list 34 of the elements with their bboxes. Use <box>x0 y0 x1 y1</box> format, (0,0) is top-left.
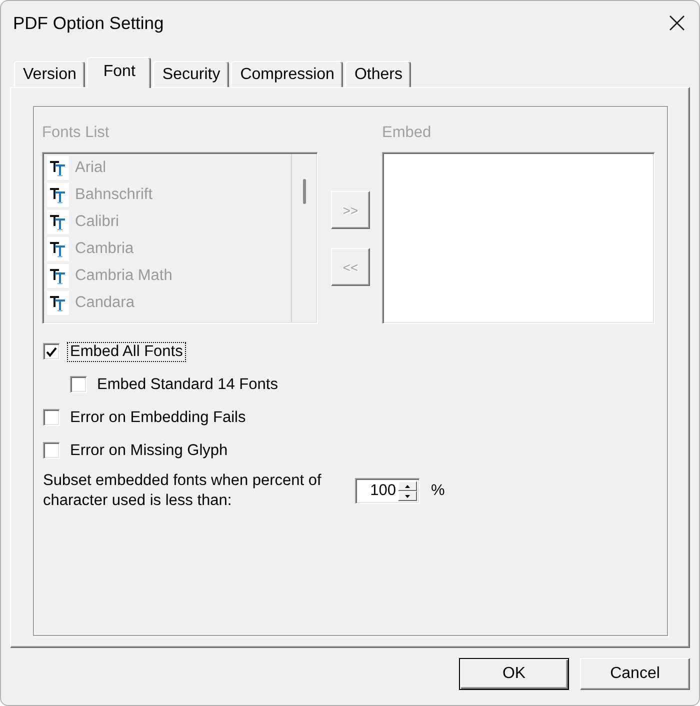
checkbox[interactable] <box>43 442 60 459</box>
caret-down-icon <box>405 494 410 498</box>
embed-list-label: Embed <box>382 124 432 142</box>
checkbox-label: Embed All Fonts <box>67 342 186 362</box>
tab[interactable]: Security <box>153 61 230 87</box>
tab[interactable]: Font <box>87 57 152 88</box>
close-button[interactable] <box>669 15 685 31</box>
font-icon <box>47 264 69 288</box>
checkbox[interactable] <box>70 376 87 393</box>
caret-up-icon <box>405 484 410 488</box>
spin-down-button[interactable] <box>398 491 417 501</box>
tab[interactable]: Compression <box>231 61 344 87</box>
font-icon <box>47 291 69 315</box>
checkmark-icon <box>46 346 57 356</box>
checkbox[interactable] <box>43 343 60 360</box>
checkbox-label: Error on Missing Glyph <box>69 440 229 460</box>
spin-up-button[interactable] <box>398 481 417 491</box>
cancel-button[interactable]: Cancel <box>580 658 690 690</box>
tab[interactable]: Others <box>345 61 412 87</box>
checkbox[interactable] <box>43 409 60 426</box>
checkbox-label: Embed Standard 14 Fonts <box>96 374 279 394</box>
ok-button[interactable]: OK <box>459 658 569 690</box>
close-icon <box>669 15 685 31</box>
number-field[interactable]: 100 <box>355 478 420 504</box>
font-icon <box>47 210 69 234</box>
checkbox-label: Error on Embedding Fails <box>69 408 247 428</box>
fonts-list-label: Fonts List <box>42 124 110 142</box>
font-icon <box>47 183 69 207</box>
font-icon <box>47 237 69 261</box>
subset-label: Subset embedded fonts when percent of character used is less than: <box>43 471 322 511</box>
tab[interactable]: Version <box>14 61 86 87</box>
font-icon <box>47 156 69 180</box>
percent-unit: % <box>431 482 445 500</box>
window-title: PDF Option Setting <box>13 12 164 34</box>
